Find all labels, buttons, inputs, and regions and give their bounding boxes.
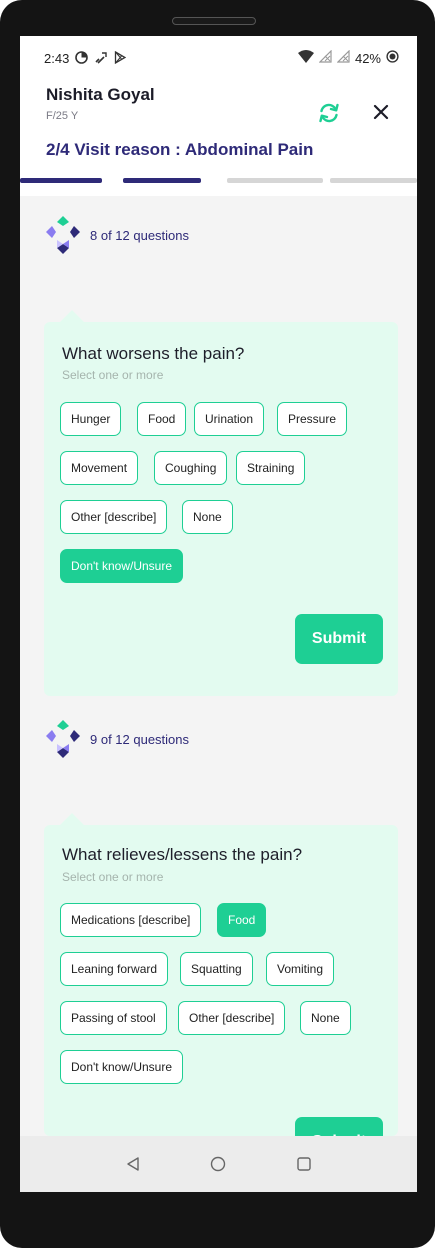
battery-text: 42% bbox=[354, 50, 381, 66]
brand-logo-icon bbox=[46, 720, 80, 758]
wifi-icon bbox=[297, 50, 314, 66]
progress-segment bbox=[330, 178, 417, 183]
progress-segment bbox=[227, 178, 323, 183]
no-signal-icon bbox=[318, 49, 332, 66]
option-chip[interactable]: Medications [describe] bbox=[60, 903, 202, 937]
recents-icon bbox=[297, 1157, 311, 1171]
question-counter: 9 of 12 questions bbox=[90, 731, 190, 747]
progress-segment bbox=[20, 178, 102, 183]
patient-name: Nishita Goyal bbox=[46, 85, 155, 104]
home-button[interactable] bbox=[206, 1152, 230, 1176]
option-chip[interactable]: Don't know/Unsure bbox=[60, 1050, 184, 1084]
question-subtitle: Select one or more bbox=[62, 368, 164, 382]
option-chip[interactable]: Squatting bbox=[180, 952, 253, 986]
question-card: What relieves/lessens the pain? Select o… bbox=[44, 813, 398, 1167]
question-title: What worsens the pain? bbox=[62, 344, 245, 363]
back-button[interactable] bbox=[121, 1152, 145, 1176]
option-chip[interactable]: Vomiting bbox=[266, 952, 335, 986]
back-icon bbox=[127, 1157, 139, 1171]
refresh-icon bbox=[319, 103, 339, 123]
question-subtitle: Select one or more bbox=[62, 870, 164, 884]
question-header: 9 of 12 questions bbox=[46, 720, 189, 758]
step-progress bbox=[20, 178, 417, 183]
close-icon bbox=[373, 104, 389, 120]
status-bar: 2:43 42% bbox=[20, 36, 417, 80]
option-chip[interactable]: Leaning forward bbox=[60, 952, 169, 986]
patient-meta: F/25 Y bbox=[46, 110, 79, 122]
option-chip[interactable]: Food bbox=[217, 903, 267, 937]
option-chip[interactable]: Food bbox=[137, 402, 187, 436]
option-chip[interactable]: Other [describe] bbox=[60, 500, 168, 534]
option-chip[interactable]: Pressure bbox=[277, 402, 348, 436]
option-chip[interactable]: Urination bbox=[194, 402, 265, 436]
option-chip[interactable]: Other [describe] bbox=[178, 1001, 286, 1035]
recents-button[interactable] bbox=[292, 1152, 316, 1176]
refresh-button[interactable] bbox=[316, 100, 342, 126]
no-signal-icon bbox=[336, 49, 350, 66]
option-chip[interactable]: Straining bbox=[236, 451, 306, 485]
option-chip[interactable]: Passing of stool bbox=[60, 1001, 167, 1035]
system-nav-bar bbox=[20, 1136, 417, 1192]
brand-logo-icon bbox=[46, 216, 80, 254]
progress-segment bbox=[123, 178, 201, 183]
home-icon bbox=[211, 1156, 226, 1172]
submit-button[interactable]: Submit bbox=[295, 614, 383, 664]
phone-frame: 2:43 42% Nishita Goyal F/25 Y 2/4 Visit … bbox=[0, 0, 435, 1248]
status-time: 2:43 bbox=[44, 50, 70, 66]
close-button[interactable] bbox=[368, 99, 394, 125]
play-store-icon bbox=[114, 50, 127, 66]
visit-title: 2/4 Visit reason : Abdominal Pain bbox=[46, 140, 314, 159]
app-header: Nishita Goyal F/25 Y 2/4 Visit reason : … bbox=[20, 80, 417, 174]
question-counter: 8 of 12 questions bbox=[90, 227, 190, 243]
option-chip[interactable]: Don't know/Unsure bbox=[60, 549, 184, 583]
wifi-calling-icon bbox=[94, 51, 108, 66]
question-header: 8 of 12 questions bbox=[46, 216, 189, 254]
question-feed[interactable]: 8 of 12 questions What worsens the pain?… bbox=[20, 196, 417, 1167]
data-saver-icon bbox=[75, 50, 89, 66]
speaker-grille bbox=[172, 17, 256, 25]
question-card: What worsens the pain? Select one or mor… bbox=[44, 310, 398, 696]
battery-icon bbox=[386, 50, 399, 66]
option-chip[interactable]: Hunger bbox=[60, 402, 122, 436]
option-chip[interactable]: None bbox=[182, 500, 233, 534]
option-chip[interactable]: Movement bbox=[60, 451, 139, 485]
question-title: What relieves/lessens the pain? bbox=[62, 845, 303, 864]
screen: 2:43 42% Nishita Goyal F/25 Y 2/4 Visit … bbox=[20, 36, 417, 1192]
option-chip[interactable]: Coughing bbox=[154, 451, 228, 485]
option-chip[interactable]: None bbox=[300, 1001, 351, 1035]
